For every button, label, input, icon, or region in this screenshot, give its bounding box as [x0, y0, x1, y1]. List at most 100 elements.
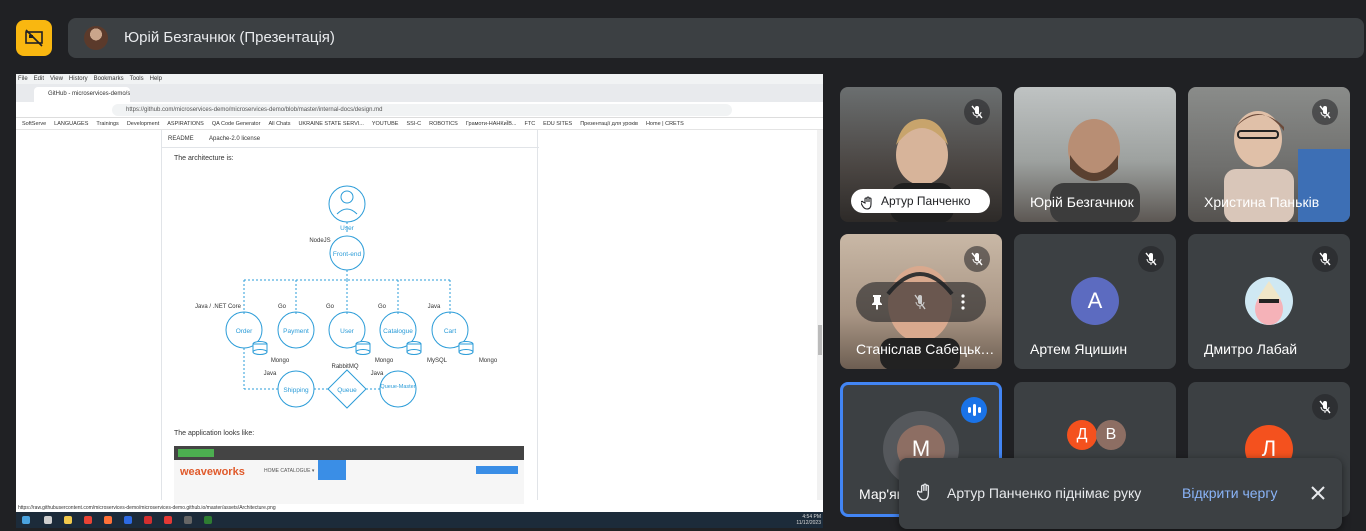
app-icon: [124, 516, 132, 524]
readme-panel: README Apache-2.0 license The architectu…: [161, 130, 539, 506]
bookmark: LANGUAGES: [54, 121, 89, 127]
diagram-user-db: Mongo: [375, 358, 394, 364]
browser-urlbar: https://github.com/microservices-demo/mi…: [16, 102, 823, 118]
menu-item: History: [68, 76, 88, 82]
diagram-user: User: [340, 328, 355, 335]
mic-off-icon: [964, 99, 990, 125]
diagram-cart-db: Mongo: [479, 358, 498, 364]
diagram-nodejs: NodeJS: [309, 238, 330, 244]
bookmark: QA Code Generator: [211, 121, 261, 127]
participant-tile[interactable]: Дмитро Лабай: [1188, 234, 1350, 369]
diagram-catalogue-db: MySQL: [427, 358, 448, 364]
readme-tabs: README Apache-2.0 license: [162, 130, 539, 148]
mute-participant-icon[interactable]: [913, 294, 927, 315]
diagram-order-db: Mongo: [271, 358, 290, 364]
diagram-frontend: Front-end: [333, 251, 362, 258]
menu-item: File: [18, 76, 28, 82]
mic-off-icon: [1312, 99, 1338, 125]
clock-date: 11/12/2023: [796, 520, 821, 526]
diagram-queue-master-lang: Java: [371, 371, 384, 377]
participant-name: Христина Паньків: [1204, 194, 1320, 210]
diagram-user-lang: Go: [326, 304, 335, 310]
diagram-order-lang: Java / .NET Core: [195, 304, 242, 310]
avatar: [1245, 277, 1293, 325]
tile-hover-controls: [856, 282, 986, 322]
diagram-order: Order: [236, 328, 253, 335]
diagram-rabbitmq: RabbitMQ: [331, 364, 358, 370]
raised-hand-icon: [916, 483, 933, 506]
participant-name: Артур Панченко: [881, 194, 971, 208]
bookmark: EDU SITES: [543, 121, 573, 127]
diagram-user-top: User: [340, 225, 355, 232]
shared-screen: File Edit View History Bookmarks Tools Help Gi…: [16, 74, 823, 528]
browser-tab: GitHub - microservices-demo/s...: [34, 87, 130, 102]
taskbar-clock: 4:54 PM 11/12/2023: [796, 514, 821, 526]
app-green-button: [178, 449, 214, 457]
bookmark: SoftServe: [22, 121, 47, 127]
raised-hand-icon: [860, 194, 875, 213]
bookmark: Грамоти-НАНКиЇВ...: [465, 121, 517, 127]
scroll-thumb[interactable]: [818, 325, 822, 355]
diagram-payment-lang: Go: [278, 304, 287, 310]
weave-nav: HOME CATALOGUE ▾: [264, 468, 315, 474]
diagram-shipping: Shipping: [283, 387, 309, 394]
participant-tile[interactable]: Артур Панченко: [840, 87, 1002, 222]
presentation-icon[interactable]: [16, 20, 52, 56]
license-tab: Apache-2.0 license: [209, 136, 261, 142]
menu-item: Tools: [129, 76, 144, 82]
participant-tile[interactable]: А Артем Яцишин: [1014, 234, 1176, 369]
raise-hand-toast: Артур Панченко піднімає руку Відкрити че…: [899, 458, 1342, 529]
menu-item: Edit: [33, 76, 45, 82]
participant-tile[interactable]: Станіслав Сабецький: [840, 234, 1002, 369]
menu-item: Bookmarks: [93, 76, 124, 82]
readme-tab: README: [168, 136, 194, 142]
bookmark: YOUTUBE: [371, 121, 399, 127]
architecture-diagram: User Front-end Order Payment User Catalo…: [195, 185, 498, 409]
app-icon: [184, 516, 192, 524]
explorer-icon: [64, 516, 72, 524]
participant-tile[interactable]: Юрій Безгачнюк: [1014, 87, 1176, 222]
participant-tile[interactable]: Христина Паньків: [1188, 87, 1350, 222]
looks-like-label: The application looks like:: [174, 430, 255, 437]
toast-message: Артур Панченко піднімає руку: [947, 485, 1142, 501]
mic-off-icon: [1312, 246, 1338, 272]
menu-item: Help: [149, 76, 162, 82]
presenter-pill: Юрій Безгачнюк (Презентація): [68, 18, 1364, 58]
bookmark: Презентації для уроків: [580, 121, 638, 127]
participant-name: Артем Яцишин: [1030, 341, 1128, 357]
bookmark: SSI-C: [406, 121, 422, 127]
close-icon[interactable]: [1308, 483, 1328, 503]
bookmark: Home | CRETS: [645, 121, 684, 127]
start-icon: [22, 516, 30, 524]
app-icon: [164, 516, 172, 524]
diagram-catalogue-lang: Go: [378, 304, 387, 310]
browser-menubar: File Edit View History Bookmarks Tools Help: [16, 74, 823, 84]
more-options-icon[interactable]: [960, 294, 966, 315]
app-screenshot: weaveworks HOME CATALOGUE ▾: [174, 446, 524, 506]
pin-icon[interactable]: [870, 294, 884, 315]
weave-account-tab: [318, 460, 346, 480]
weave-logo: weaveworks: [180, 466, 245, 478]
open-queue-link[interactable]: Відкрити чергу: [1182, 485, 1277, 501]
avatar: А: [1071, 277, 1119, 325]
status-url: https://raw.githubusercontent.com/micros…: [16, 504, 823, 512]
presenter-avatar: [84, 26, 108, 50]
bookmark: ASPIRATIONS: [167, 121, 204, 127]
diagram-payment: Payment: [283, 328, 309, 335]
bookmark: UKRAINE STATE SERVI...: [298, 121, 364, 127]
diagram-queue: Queue: [337, 387, 357, 394]
bookmark: FTC: [524, 121, 536, 127]
firefox-icon: [104, 516, 112, 524]
avatar: Д: [1067, 420, 1097, 450]
top-bar: Юрій Безгачнюк (Презентація): [0, 0, 1366, 72]
diagram-queue-master: Queue-Master: [380, 384, 415, 390]
diagram-shipping-lang: Java: [264, 371, 277, 377]
app-icon: [144, 516, 152, 524]
bookmark: ROBOTICS: [429, 121, 458, 127]
weave-cart-button: [476, 466, 518, 474]
browser-tabstrip: GitHub - microservices-demo/s...: [16, 84, 823, 102]
participant-name: Станіслав Сабецький: [856, 341, 996, 357]
page-scrollbar[interactable]: [817, 130, 823, 500]
mic-off-icon: [1138, 246, 1164, 272]
diagram-cart-lang: Java: [428, 304, 441, 310]
